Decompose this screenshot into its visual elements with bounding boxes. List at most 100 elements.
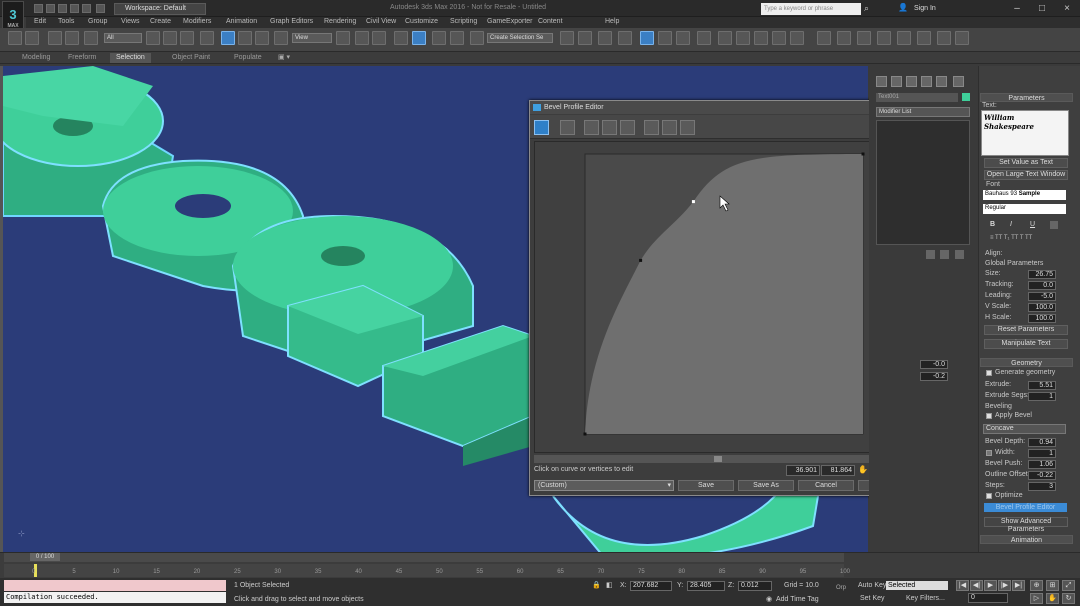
menu-modifiers[interactable]: Modifiers <box>183 18 211 25</box>
pivot-center-icon[interactable] <box>336 31 350 45</box>
extrude-segs-spinner[interactable]: 1 <box>1028 392 1056 401</box>
time-slider-thumb[interactable]: 0 / 100 <box>30 553 60 561</box>
app-logo-button[interactable]: 3 MAX <box>2 1 24 31</box>
modify-tab-icon[interactable] <box>891 76 902 87</box>
angle-snap-icon[interactable] <box>412 31 426 45</box>
toggle-scene-explorer-icon[interactable] <box>598 31 612 45</box>
menu-help[interactable]: Help <box>605 18 619 25</box>
parameters-header[interactable]: Parameters <box>980 93 1073 102</box>
menu-customize[interactable]: Customize <box>405 18 438 25</box>
text-input[interactable]: William Shakespeare <box>981 110 1069 156</box>
previous-frame-icon[interactable]: ◀| <box>970 580 983 591</box>
render-production-icon[interactable] <box>754 31 768 45</box>
select-and-rotate-icon[interactable] <box>238 31 252 45</box>
left-spinner-b[interactable]: -0.2 <box>920 372 948 381</box>
time-tag-icon[interactable]: ◉ <box>766 595 772 603</box>
window-crossing-icon[interactable] <box>200 31 214 45</box>
key-mode-icon[interactable]: Orp <box>836 585 846 591</box>
maximize-viewport-icon[interactable]: ⤢ <box>1062 580 1075 591</box>
wrench-icon[interactable] <box>897 31 911 45</box>
redo-toolbar-icon[interactable] <box>25 31 39 45</box>
containers-icon[interactable] <box>817 31 831 45</box>
coord-system-dropdown[interactable]: View <box>292 33 332 43</box>
z-coord-field[interactable]: 0.012 <box>738 581 772 591</box>
ribbon-tab-object-paint[interactable]: Object Paint <box>166 53 216 63</box>
width-checkbox[interactable] <box>986 450 992 456</box>
text-align-icons[interactable]: ≡ TT T₁ TT T TT <box>990 235 1032 241</box>
x-coord-field[interactable]: 207.682 <box>630 581 672 591</box>
bevel-depth-spinner[interactable]: 0.94 <box>1028 438 1056 447</box>
current-frame-field[interactable]: 0 <box>968 593 1008 603</box>
select-manipulate-icon[interactable] <box>355 31 369 45</box>
curve-vertex[interactable] <box>639 258 643 262</box>
reset-curve-icon[interactable] <box>620 120 635 135</box>
dialog-title-bar[interactable]: Bevel Profile Editor <box>530 101 922 114</box>
lock-selection-icon[interactable]: 🔒 <box>592 581 601 589</box>
ribbon-tab-freeform[interactable]: Freeform <box>62 53 102 63</box>
align-icon[interactable] <box>578 31 592 45</box>
workspace-dropdown[interactable]: Workspace: Default <box>114 3 206 15</box>
render-iterative-icon[interactable] <box>772 31 786 45</box>
unlink-icon[interactable] <box>65 31 79 45</box>
caps-button[interactable] <box>1050 221 1058 229</box>
pin-stack-icon[interactable] <box>926 250 935 259</box>
menu-scripting[interactable]: Scripting <box>450 18 477 25</box>
v-scale-spinner[interactable]: 100.0 <box>1028 303 1056 312</box>
pan-icon[interactable]: ✋ <box>858 465 868 474</box>
new-scene-icon[interactable] <box>34 4 43 13</box>
menu-graph-editors[interactable]: Graph Editors <box>270 18 313 25</box>
show-advanced-parameters-button[interactable]: Show Advanced Parameters <box>984 517 1068 533</box>
font-style-dropdown[interactable]: Regular <box>983 204 1066 214</box>
menu-rendering[interactable]: Rendering <box>324 18 356 25</box>
utilities-tab-icon[interactable] <box>953 76 964 87</box>
hammer-icon[interactable] <box>877 31 891 45</box>
menu-edit[interactable]: Edit <box>34 18 46 25</box>
orbit-icon[interactable]: ↻ <box>1062 593 1075 604</box>
menu-civil-view[interactable]: Civil View <box>366 18 396 25</box>
rectangular-selection-icon[interactable] <box>180 31 194 45</box>
ribbon-tab-populate[interactable]: Populate <box>228 53 268 63</box>
open-bevel-profile-editor-button[interactable]: Bevel Profile Editor <box>984 503 1067 512</box>
ribbon-tab-modeling[interactable]: Modeling <box>16 53 56 63</box>
select-and-scale-icon[interactable] <box>255 31 269 45</box>
configure-modifier-sets-icon[interactable] <box>955 250 964 259</box>
spinner-snap-icon[interactable] <box>450 31 464 45</box>
insert-vertex-icon[interactable] <box>560 120 575 135</box>
keyboard-shortcut-icon[interactable] <box>372 31 386 45</box>
tracking-spinner[interactable]: 0.0 <box>1028 281 1056 290</box>
animation-header[interactable]: Animation <box>980 535 1073 544</box>
field-of-view-icon[interactable]: ▷ <box>1030 593 1043 604</box>
viewport-layout-icon[interactable] <box>955 31 969 45</box>
undo-icon[interactable] <box>70 4 79 13</box>
apply-bevel-checkbox[interactable] <box>986 413 992 419</box>
menu-animation[interactable]: Animation <box>226 18 257 25</box>
save-as-button[interactable]: Save As <box>738 480 794 491</box>
ribbon-options-icon[interactable]: ▣ ▾ <box>278 53 290 61</box>
bind-space-warp-icon[interactable] <box>84 31 98 45</box>
reset-parameters-button[interactable]: Reset Parameters <box>984 325 1068 335</box>
percent-snap-icon[interactable] <box>432 31 446 45</box>
flip-curve-icon[interactable] <box>602 120 617 135</box>
preset-dropdown[interactable]: (Custom) ▾ <box>534 480 674 491</box>
undo-toolbar-icon[interactable] <box>8 31 22 45</box>
rendered-frame-window-icon[interactable] <box>736 31 750 45</box>
render-in-cloud-icon[interactable] <box>790 31 804 45</box>
populate-icon[interactable] <box>937 31 951 45</box>
save-button[interactable]: Save <box>678 480 734 491</box>
menu-create[interactable]: Create <box>150 18 171 25</box>
set-value-as-text-button[interactable]: Set Value as Text <box>984 158 1068 168</box>
select-and-move-icon[interactable] <box>221 31 235 45</box>
bevel-type-dropdown[interactable]: Concave <box>983 424 1066 434</box>
curve-vertex[interactable] <box>691 200 695 204</box>
pan-view-icon[interactable]: ✋ <box>1046 593 1059 604</box>
steps-spinner[interactable]: 3 <box>1028 482 1056 491</box>
hierarchy-tab-icon[interactable] <box>906 76 917 87</box>
outline-offset-spinner[interactable]: -0.22 <box>1028 471 1056 480</box>
select-by-name-icon[interactable] <box>163 31 177 45</box>
vertex-x-field[interactable]: 36.901 <box>786 465 820 476</box>
create-tab-icon[interactable] <box>876 76 887 87</box>
add-time-tag-button[interactable]: Add Time Tag <box>776 596 819 603</box>
maximize-button[interactable]: □ <box>1030 1 1054 16</box>
italic-button[interactable]: I <box>1010 221 1012 228</box>
bezier-corner-icon[interactable] <box>680 120 695 135</box>
